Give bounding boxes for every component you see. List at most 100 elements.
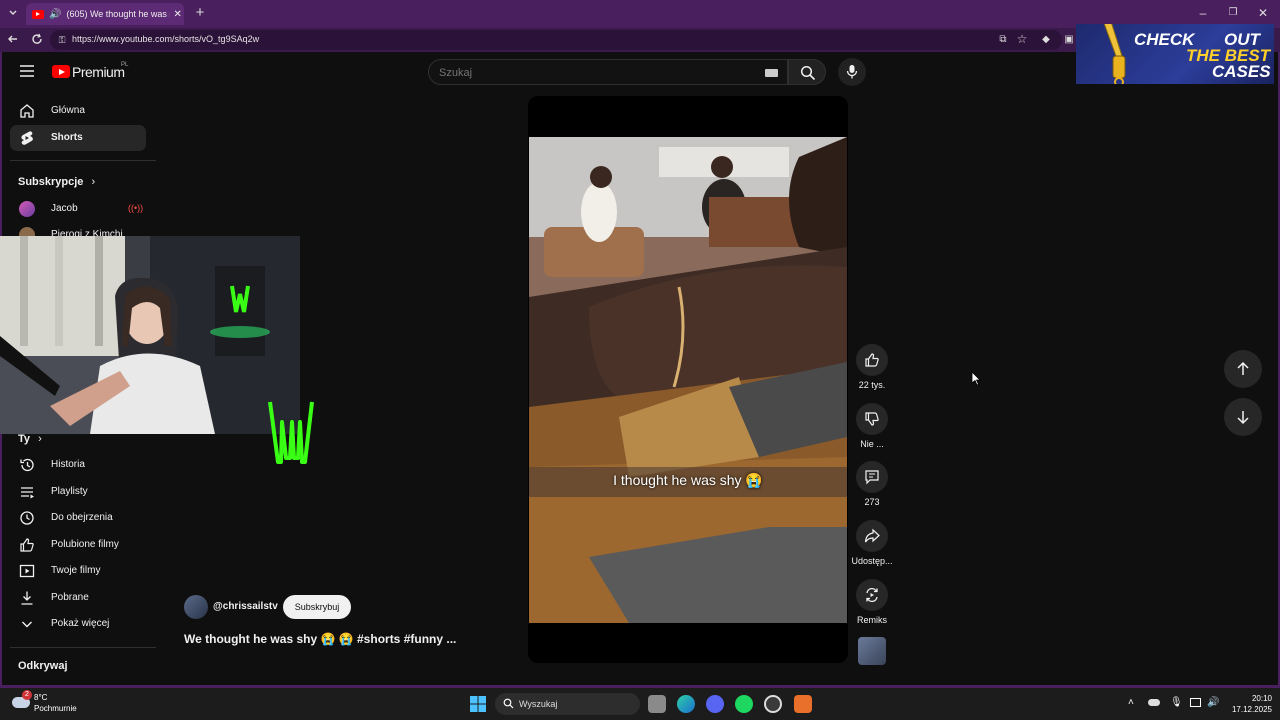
search-input[interactable] [439, 65, 739, 81]
extension-puzzle-icon[interactable]: ◆ [1039, 33, 1053, 47]
comment-icon [865, 470, 879, 485]
sidebar-item-home[interactable]: Główna [10, 98, 146, 124]
voice-search-button[interactable] [838, 58, 866, 86]
task-view-icon[interactable] [648, 695, 666, 713]
history-icon [20, 458, 34, 472]
discord-icon[interactable] [706, 695, 724, 713]
spotify-icon[interactable] [735, 695, 753, 713]
mouse-cursor-icon [971, 371, 981, 386]
taskbar-search-label: Wyszukaj [519, 699, 558, 709]
refresh-icon[interactable] [30, 33, 44, 48]
menu-icon[interactable] [19, 64, 35, 78]
sidebar-item-label: Pokaż więcej [51, 618, 110, 629]
site-info-icon[interactable]: ⚿ [56, 33, 68, 47]
clock-date[interactable]: 17.12.2025 [1222, 705, 1272, 714]
tab-title: (605) We thought he was shy 😭 [66, 8, 170, 19]
favorite-star-icon[interactable]: ☆ [1015, 32, 1029, 46]
comment-count: 273 [864, 497, 880, 507]
new-tab-icon[interactable]: + [193, 5, 207, 20]
remix-label: Remiks [856, 615, 887, 625]
sound-thumbnail[interactable] [858, 637, 886, 665]
minimize-icon[interactable]: – [1196, 6, 1210, 20]
previous-short-button[interactable] [1224, 350, 1262, 388]
sidebar-item-shorts[interactable]: Shorts [10, 125, 146, 151]
close-window-icon[interactable]: ✕ [1256, 6, 1270, 20]
share-button[interactable] [856, 520, 888, 552]
start-button[interactable] [469, 695, 487, 713]
shorts-icon [21, 131, 33, 145]
sidebar-item-downloads[interactable]: Pobrane [10, 585, 146, 611]
live-indicator-icon: ((•)) [128, 203, 144, 213]
subscription-label: Jacob [51, 203, 78, 214]
app-icon[interactable] [794, 695, 812, 713]
remix-button[interactable] [856, 579, 888, 611]
sidebar-item-liked[interactable]: Polubione filmy [10, 532, 146, 558]
tab-actions-icon[interactable] [6, 7, 20, 21]
thumbs-up-icon [865, 353, 879, 367]
chevron-down-icon [22, 621, 32, 628]
next-short-button[interactable] [1224, 398, 1262, 436]
playlist-icon [21, 487, 34, 499]
search-icon [800, 65, 816, 81]
microphone-icon [846, 65, 858, 79]
close-tab-icon[interactable]: ✕ [173, 9, 181, 20]
channel-name[interactable]: @chrissailstv [213, 601, 278, 612]
like-button[interactable] [856, 344, 888, 376]
ad-line4: CASES [1212, 62, 1271, 81]
home-icon [20, 104, 34, 118]
sidebar-item-subscription[interactable]: Jacob ((•)) [10, 198, 146, 220]
windows-taskbar [0, 688, 1280, 720]
comments-button[interactable] [856, 461, 888, 493]
clock-time[interactable]: 20:10 [1244, 694, 1272, 703]
arrow-up-icon [1237, 361, 1249, 375]
channel-avatar[interactable] [184, 595, 208, 619]
search-button[interactable] [788, 59, 826, 85]
speaker-icon[interactable]: 🔊 [49, 9, 61, 20]
url-text: https://www.youtube.com/shorts/vO_tg9SAq… [72, 34, 260, 44]
display-icon[interactable] [1190, 698, 1201, 707]
restore-icon[interactable]: ❐ [1226, 6, 1240, 20]
taskbar-search[interactable]: Wyszukaj [495, 693, 640, 715]
weather-temp: 8°C [34, 693, 48, 702]
short-title[interactable]: We thought he was shy 😭 😭 #shorts #funny… [184, 632, 456, 646]
youtube-logo-icon[interactable] [52, 65, 70, 78]
dislike-label: Nie ... [860, 439, 884, 449]
streamer-webcam [0, 236, 300, 434]
subscriptions-header[interactable]: Subskrypcje › [18, 176, 95, 188]
search-box[interactable] [428, 59, 788, 85]
sidebar-item-label: Twoje filmy [51, 565, 101, 576]
sidebar-divider [10, 647, 156, 648]
tray-chevron-icon[interactable]: ˄ [1128, 697, 1134, 708]
sidebar-item-history[interactable]: Historia [10, 452, 146, 478]
short-video[interactable]: I thought he was shy 😭 [529, 137, 847, 623]
logo-text[interactable]: Premium [72, 64, 125, 80]
your-videos-icon [19, 564, 35, 578]
edge-browser-icon[interactable] [677, 695, 695, 713]
chevron-right-icon: › [38, 433, 42, 445]
tab-youtube[interactable]: 🔊 (605) We thought he was shy 😭 ✕ [26, 3, 184, 25]
youtube-favicon-icon [32, 9, 44, 19]
tray-microphone-icon[interactable]: 🎙 [1170, 697, 1183, 708]
back-icon[interactable] [6, 33, 20, 48]
dislike-button[interactable] [856, 403, 888, 435]
subscribe-button[interactable]: Subskrybuj [283, 595, 351, 619]
thumbs-up-icon [20, 538, 34, 552]
volume-icon[interactable]: 🔊 [1207, 697, 1219, 708]
windows-logo-icon [470, 696, 486, 712]
collections-icon[interactable]: ▣ [1062, 33, 1076, 47]
you-header[interactable]: Ty › [18, 433, 42, 445]
keyboard-icon[interactable] [765, 69, 778, 77]
sidebar-item-your-videos[interactable]: Twoje filmy [10, 558, 146, 584]
watch-later-icon [20, 511, 34, 525]
onedrive-icon[interactable] [1148, 699, 1160, 706]
weather-desc: Pochmurnie [34, 704, 77, 713]
sidebar-item-watch-later[interactable]: Do obejrzenia [10, 505, 146, 531]
extensions-icon[interactable]: ⧉ [996, 33, 1010, 47]
sidebar-item-show-more[interactable]: Pokaż więcej [10, 611, 146, 637]
weather-badge: 2 [22, 690, 32, 700]
obs-icon[interactable] [764, 695, 782, 713]
sidebar-item-playlists[interactable]: Playlisty [10, 479, 146, 505]
cases-ad-banner[interactable]: CHECK OUT THE BEST CASES [1076, 24, 1274, 84]
arrow-down-icon [1237, 411, 1249, 425]
weather-widget[interactable]: 2 8°C Pochmurnie [10, 690, 90, 718]
